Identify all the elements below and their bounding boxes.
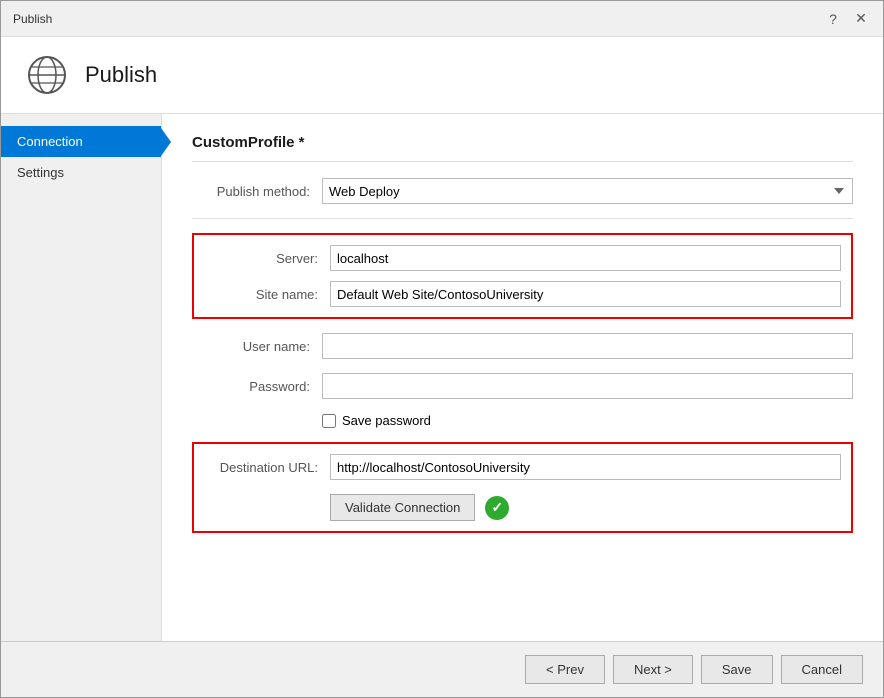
save-password-row: Save password xyxy=(322,413,853,428)
next-button[interactable]: Next > xyxy=(613,655,693,684)
publish-method-label: Publish method: xyxy=(192,184,322,199)
save-password-checkbox[interactable] xyxy=(322,414,336,428)
help-button[interactable]: ? xyxy=(823,9,843,29)
cancel-button[interactable]: Cancel xyxy=(781,655,863,684)
sidebar-settings-label: Settings xyxy=(17,165,64,180)
title-bar-left: Publish xyxy=(13,12,52,26)
username-row: User name: xyxy=(192,333,853,359)
publish-method-select[interactable]: Web Deploy Web Deploy Package FTP File S… xyxy=(322,178,853,204)
destination-url-label: Destination URL: xyxy=(200,460,330,475)
site-name-row: Site name: xyxy=(200,281,841,307)
sidebar-item-settings[interactable]: Settings xyxy=(1,157,161,188)
profile-title: CustomProfile * xyxy=(192,134,853,162)
sidebar-item-connection[interactable]: Connection xyxy=(1,126,161,157)
sidebar: Connection Settings xyxy=(1,114,161,641)
main-content: CustomProfile * Publish method: Web Depl… xyxy=(161,114,883,641)
title-bar: Publish ? ✕ xyxy=(1,1,883,37)
close-button[interactable]: ✕ xyxy=(851,9,871,29)
footer: < Prev Next > Save Cancel xyxy=(1,641,883,697)
password-input[interactable] xyxy=(322,373,853,399)
publish-dialog: Publish ? ✕ Publish Connection S xyxy=(0,0,884,698)
server-row: Server: xyxy=(200,245,841,271)
validate-row: Validate Connection ✓ xyxy=(330,494,841,521)
divider xyxy=(192,218,853,219)
prev-button[interactable]: < Prev xyxy=(525,655,605,684)
header-area: Publish xyxy=(1,37,883,114)
username-label: User name: xyxy=(192,339,322,354)
password-label: Password: xyxy=(192,379,322,394)
server-sitename-box: Server: Site name: xyxy=(192,233,853,319)
destination-box: Destination URL: Validate Connection ✓ xyxy=(192,442,853,533)
save-button[interactable]: Save xyxy=(701,655,773,684)
server-label: Server: xyxy=(200,251,330,266)
connection-valid-icon: ✓ xyxy=(485,496,509,520)
site-name-label: Site name: xyxy=(200,287,330,302)
save-password-label[interactable]: Save password xyxy=(342,413,431,428)
sidebar-connection-label: Connection xyxy=(17,134,83,149)
content-area: Connection Settings CustomProfile * Publ… xyxy=(1,114,883,641)
password-row: Password: xyxy=(192,373,853,399)
globe-icon xyxy=(25,53,69,97)
validate-connection-button[interactable]: Validate Connection xyxy=(330,494,475,521)
server-input[interactable] xyxy=(330,245,841,271)
publish-method-row: Publish method: Web Deploy Web Deploy Pa… xyxy=(192,178,853,204)
header-title: Publish xyxy=(85,62,157,88)
site-name-input[interactable] xyxy=(330,281,841,307)
username-input[interactable] xyxy=(322,333,853,359)
destination-url-input[interactable] xyxy=(330,454,841,480)
title-bar-text: Publish xyxy=(13,12,52,26)
destination-url-row: Destination URL: xyxy=(200,454,841,480)
title-bar-controls: ? ✕ xyxy=(823,9,871,29)
